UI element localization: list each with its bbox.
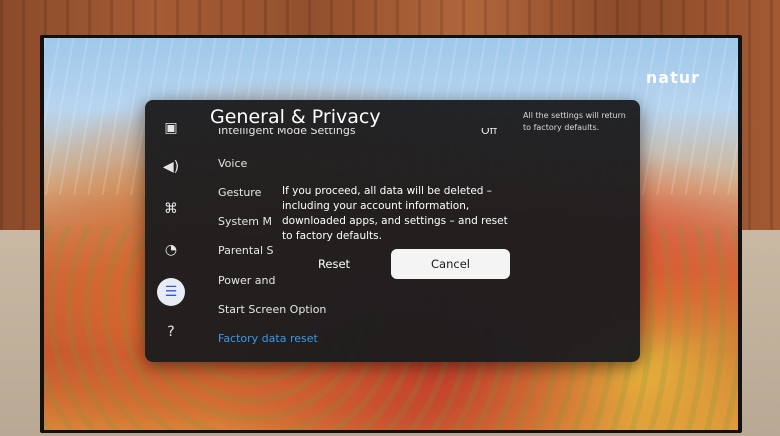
menu-item-parental-settings[interactable]: Parental S (218, 244, 274, 257)
menu-item-start-screen-option[interactable]: Start Screen Option (218, 303, 326, 316)
connection-icon[interactable]: ⌘ (161, 199, 181, 219)
picture-icon[interactable]: ▣ (161, 118, 181, 138)
reset-button[interactable]: Reset (288, 250, 380, 278)
page-title: General & Privacy (210, 106, 381, 128)
menu-item-power[interactable]: Power and (218, 274, 275, 287)
reset-confirmation-message: If you proceed, all data will be deleted… (282, 185, 508, 242)
menu-item-system-manager[interactable]: System M (218, 215, 272, 228)
help-icon[interactable]: ? (161, 322, 181, 342)
menu-item-gesture[interactable]: Gesture (218, 186, 261, 199)
setting-description: All the settings will return to factory … (523, 111, 626, 132)
menu-item-intelligent-mode[interactable]: Intelligent Mode Settings (218, 128, 356, 138)
channel-logo: natur (645, 68, 700, 87)
sound-icon[interactable]: ◀) (161, 157, 181, 177)
general-privacy-icon[interactable]: ☰ (157, 278, 185, 306)
intelligent-mode-value: Off (481, 128, 498, 137)
support-icon[interactable]: ◔ (161, 240, 181, 260)
menu-item-factory-data-reset[interactable]: Factory data reset (218, 332, 318, 345)
menu-item-voice[interactable]: Voice (218, 157, 247, 170)
cancel-button[interactable]: Cancel (391, 249, 510, 279)
